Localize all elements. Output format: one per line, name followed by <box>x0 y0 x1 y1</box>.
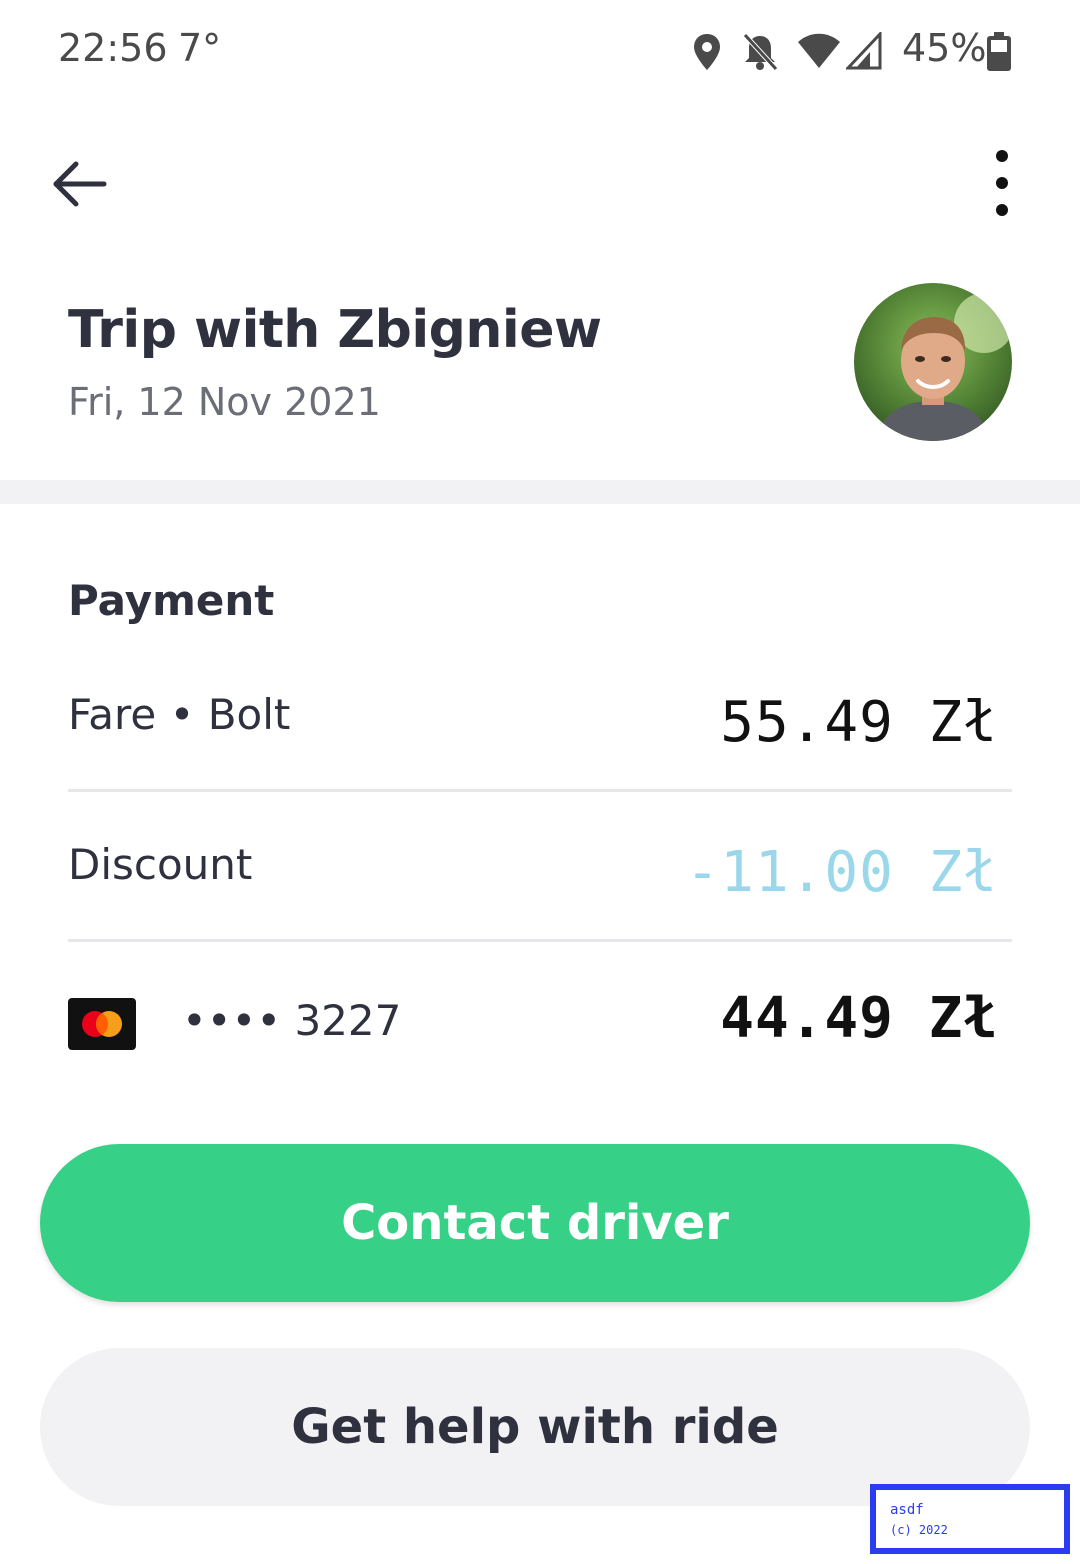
watermark-text: asdf <box>890 1502 924 1518</box>
payment-method-row: •••• 3227 44.49 Zł <box>68 942 1012 1092</box>
top-bar <box>0 130 1080 240</box>
trip-date: Fri, 12 Nov 2021 <box>68 380 381 424</box>
battery-percent: 45% <box>902 26 987 70</box>
battery-icon <box>987 32 1011 71</box>
get-help-button[interactable]: Get help with ride <box>40 1348 1030 1506</box>
discount-amount: -11.00 Zł <box>685 840 998 905</box>
bell-off-icon <box>743 33 778 71</box>
arrow-left-icon[interactable] <box>48 152 112 216</box>
total-amount: 44.49 Zł <box>720 986 998 1051</box>
trip-header: Trip with Zbigniew Fri, 12 Nov 2021 <box>0 270 1080 480</box>
wifi-icon <box>798 33 840 68</box>
driver-avatar[interactable] <box>854 283 1012 441</box>
discount-row: Discount -11.00 Zł <box>68 792 1012 942</box>
more-vertical-icon[interactable] <box>976 148 1028 218</box>
mastercard-icon <box>68 998 136 1050</box>
status-temperature: 7° <box>178 26 222 70</box>
contact-driver-button[interactable]: Contact driver <box>40 1144 1030 1302</box>
discount-label: Discount <box>68 840 253 889</box>
fare-label: Fare • Bolt <box>68 690 291 739</box>
fare-row: Fare • Bolt 55.49 Zł <box>68 642 1012 792</box>
card-number: •••• 3227 <box>182 996 402 1045</box>
page-title: Trip with Zbigniew <box>68 300 602 360</box>
watermark-copyright: (c) 2022 <box>890 1523 948 1537</box>
section-divider <box>0 480 1080 504</box>
status-bar: 22:56 7° 45% <box>0 0 1080 100</box>
signal-icon <box>846 32 882 70</box>
watermark: asdf (c) 2022 <box>870 1484 1070 1554</box>
status-time: 22:56 <box>58 26 168 70</box>
location-icon <box>694 34 720 70</box>
fare-amount: 55.49 Zł <box>720 690 998 755</box>
payment-heading: Payment <box>68 576 275 625</box>
